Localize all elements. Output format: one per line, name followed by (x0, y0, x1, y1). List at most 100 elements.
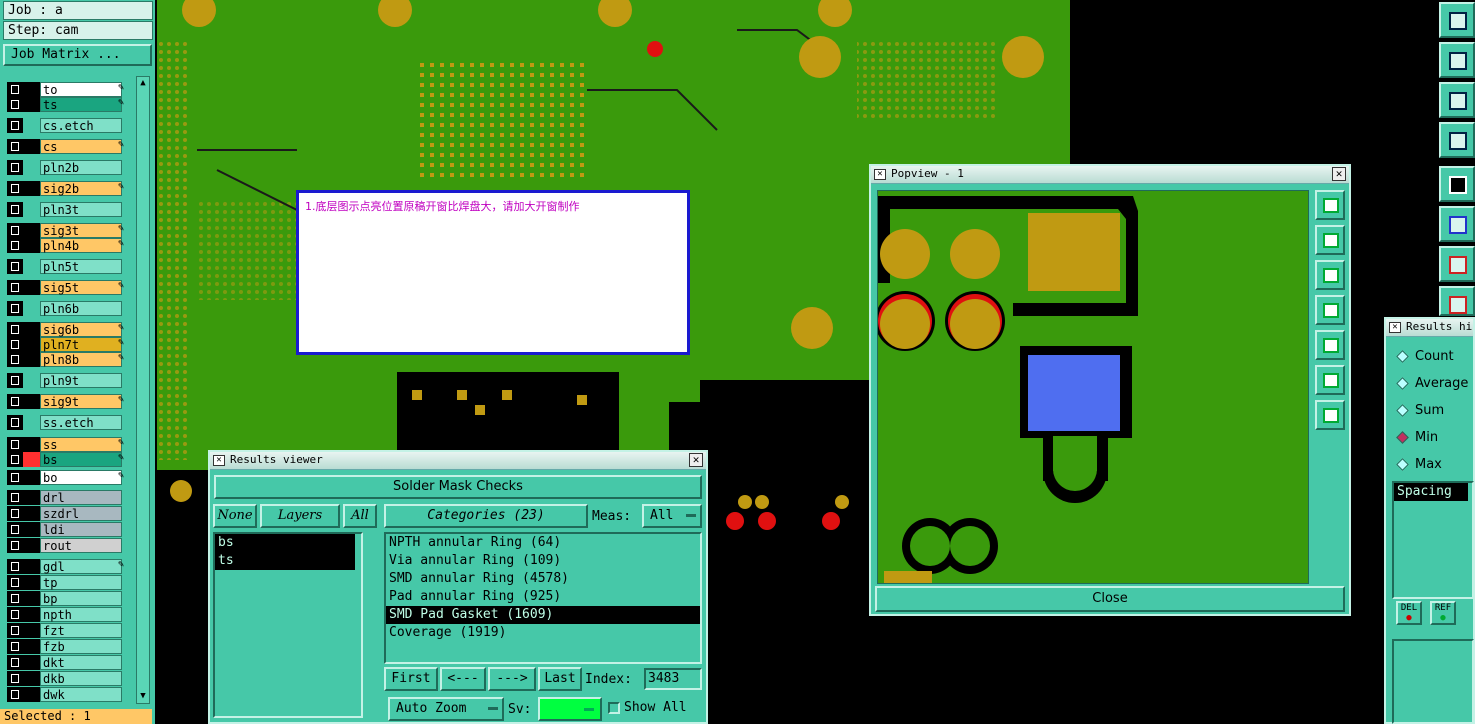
category-list-item[interactable]: Via annular Ring (109) (386, 552, 700, 570)
histogram-option-sum[interactable]: Sum (1396, 403, 1444, 418)
layer-row-cs[interactable]: cs ✎ (5, 139, 126, 154)
category-list-item[interactable]: Coverage (1919) (386, 624, 700, 642)
popview-close-button[interactable]: Close (875, 586, 1345, 612)
layer-row-sig2b[interactable]: sig2b ✎ (5, 181, 126, 196)
layers-list-item[interactable]: ts (215, 552, 355, 570)
layer-affect-cell[interactable] (23, 591, 40, 606)
layer-checkbox-icon[interactable] (7, 639, 23, 654)
layer-checkbox-icon[interactable] (7, 559, 23, 574)
layer-affect-cell[interactable] (23, 655, 40, 670)
layer-checkbox-icon[interactable] (7, 280, 23, 295)
layer-row-rout[interactable]: rout (5, 538, 126, 553)
window-menu-icon[interactable]: ✕ (213, 455, 225, 466)
layer-checkbox-icon[interactable] (7, 238, 23, 253)
layer-checkbox-icon[interactable] (7, 687, 23, 702)
category-list-item[interactable]: SMD Pad Gasket (1609) (386, 606, 700, 624)
layer-row-pln9t[interactable]: pln9t (5, 373, 126, 388)
layer-row-ts[interactable]: ts ✎ (5, 97, 126, 112)
layer-affect-cell[interactable] (23, 607, 40, 622)
layer-affect-cell[interactable] (23, 687, 40, 702)
close-icon[interactable]: ✕ (1332, 167, 1346, 181)
scroll-up-icon[interactable]: ▲ (138, 78, 148, 88)
histogram-option-average[interactable]: Average (1396, 376, 1468, 391)
popview-titlebar[interactable]: ✕ Popview - 1 ✕ (871, 166, 1349, 184)
meas-dropdown[interactable]: All (642, 504, 702, 528)
index-field[interactable]: 3483 (644, 668, 702, 690)
zoom-in-icon[interactable] (1315, 365, 1345, 395)
layer-affect-cell[interactable] (23, 337, 40, 352)
next-button[interactable]: ---> (488, 667, 536, 691)
layers-list[interactable]: bs ts (213, 532, 363, 718)
layer-affect-cell[interactable] (23, 373, 40, 388)
layer-row-pln3t[interactable]: pln3t (5, 202, 126, 217)
category-list-item[interactable]: NPTH annular Ring (64) (386, 534, 700, 552)
layer-checkbox-icon[interactable] (7, 337, 23, 352)
layer-affect-cell[interactable] (23, 394, 40, 409)
layer-affect-cell[interactable] (23, 559, 40, 574)
none-button[interactable]: None (213, 504, 257, 528)
results-viewer-titlebar[interactable]: ✕ Results viewer ✕ (210, 452, 706, 470)
layer-checkbox-icon[interactable] (7, 139, 23, 154)
layer-row-fzt[interactable]: fzt (5, 623, 126, 638)
home-tool-icon[interactable] (1439, 2, 1475, 38)
layer-affect-cell[interactable] (23, 352, 40, 367)
layer-checkbox-icon[interactable] (7, 352, 23, 367)
categories-list[interactable]: NPTH annular Ring (64) Via annular Ring (… (384, 532, 702, 664)
category-list-item[interactable]: SMD annular Ring (4578) (386, 570, 700, 588)
layer-row-sig6b[interactable]: sig6b ✎ (5, 322, 126, 337)
pan-down-icon[interactable] (1315, 260, 1345, 290)
layer-affect-cell[interactable] (23, 623, 40, 638)
layer-checkbox-icon[interactable] (7, 259, 23, 274)
pan-left-icon[interactable] (1315, 295, 1345, 325)
layer-checkbox-icon[interactable] (7, 97, 23, 112)
layer-row-pln7t[interactable]: pln7t ✎ (5, 337, 126, 352)
layer-checkbox-icon[interactable] (7, 575, 23, 590)
layer-affect-cell[interactable] (23, 160, 40, 175)
layer-affect-cell[interactable] (23, 259, 40, 274)
select-tool-icon[interactable] (1439, 166, 1475, 202)
layer-checkbox-icon[interactable] (7, 415, 23, 430)
pan-right-icon[interactable] (1315, 330, 1345, 360)
zoom-out-icon[interactable] (1315, 400, 1345, 430)
layer-checkbox-icon[interactable] (7, 373, 23, 388)
layer-checkbox-icon[interactable] (7, 322, 23, 337)
histogram-option-min[interactable]: Min (1396, 430, 1438, 445)
edit-tool-icon[interactable] (1439, 122, 1475, 158)
layer-checkbox-icon[interactable] (7, 118, 23, 133)
layer-checkbox-icon[interactable] (7, 607, 23, 622)
layer-checkbox-icon[interactable] (7, 623, 23, 638)
del-button[interactable]: DEL ● (1396, 601, 1422, 625)
layer-row-npth[interactable]: npth (5, 607, 126, 622)
node-tool-icon[interactable] (1439, 206, 1475, 242)
fit-tool-icon[interactable] (1439, 82, 1475, 118)
layer-affect-cell[interactable] (23, 202, 40, 217)
job-matrix-button[interactable]: Job Matrix ... (3, 44, 152, 66)
layer-row-dkt[interactable]: dkt (5, 655, 126, 670)
close-icon[interactable]: ✕ (689, 453, 703, 467)
layer-affect-cell[interactable] (23, 437, 40, 452)
results-histogram-titlebar[interactable]: ✕ Results hi (1386, 319, 1473, 337)
layer-checkbox-icon[interactable] (7, 160, 23, 175)
annotation-note[interactable]: 1.底层图示点亮位置原稿开窗比焊盘大，请加大开窗制作 (296, 190, 690, 355)
layer-affect-cell[interactable] (23, 671, 40, 686)
layer-row-ss.etch[interactable]: ss.etch (5, 415, 126, 430)
layer-affect-cell[interactable] (23, 223, 40, 238)
layer-checkbox-icon[interactable] (7, 202, 23, 217)
layer-row-pln6b[interactable]: pln6b (5, 301, 126, 316)
layer-affect-cell[interactable] (23, 238, 40, 253)
layer-checkbox-icon[interactable] (7, 506, 23, 521)
last-button[interactable]: Last (538, 667, 582, 691)
layer-checkbox-icon[interactable] (7, 82, 23, 97)
layer-affect-cell[interactable] (23, 639, 40, 654)
layer-affect-cell[interactable] (23, 280, 40, 295)
layer-row-ss[interactable]: ss ✎ (5, 437, 126, 452)
layer-affect-cell[interactable] (23, 522, 40, 537)
layer-checkbox-icon[interactable] (7, 437, 23, 452)
layer-row-pln8b[interactable]: pln8b ✎ (5, 352, 126, 367)
layer-affect-cell[interactable] (23, 470, 40, 485)
layer-affect-cell[interactable] (23, 538, 40, 553)
layers-list-item[interactable]: bs (215, 534, 355, 552)
layer-affect-cell[interactable] (23, 452, 40, 467)
layer-checkbox-icon[interactable] (7, 538, 23, 553)
layer-affect-cell[interactable] (23, 575, 40, 590)
